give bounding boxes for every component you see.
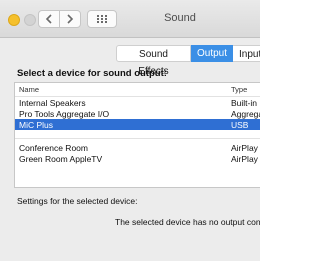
tab-sound-effects[interactable]: Sound Effects	[116, 45, 191, 77]
tab-bar: Sound Effects Output Input	[116, 45, 260, 77]
back-chevron-icon	[45, 14, 52, 24]
output-device-list[interactable]: Name Type Internal Speakers Built-in Pro…	[14, 82, 260, 188]
zoom-button[interactable]	[24, 14, 36, 26]
grid-icon	[97, 15, 107, 23]
list-divider	[15, 130, 260, 139]
titlebar: Sound	[0, 0, 260, 38]
settings-label: Settings for the selected device:	[17, 196, 138, 206]
device-row[interactable]: Green Room AppleTV AirPlay	[15, 153, 260, 164]
device-type: AirPlay	[231, 143, 258, 153]
show-all-button[interactable]	[87, 10, 117, 28]
device-name: Green Room AppleTV	[19, 154, 103, 164]
device-name: Pro Tools Aggregate I/O	[19, 109, 110, 119]
device-row-selected[interactable]: MiC Plus USB	[15, 119, 260, 130]
tab-output[interactable]: Output	[191, 45, 233, 62]
device-row[interactable]: Internal Speakers Built-in	[15, 97, 260, 108]
minimize-button[interactable]	[8, 14, 20, 26]
sound-preferences-window: Sound Sound Effects Output Input Select …	[0, 0, 260, 261]
no-controls-message: The selected device has no output cont	[115, 217, 260, 227]
output-section-label: Select a device for sound output:	[17, 68, 167, 79]
column-header-type[interactable]: Type	[231, 85, 247, 94]
device-name: Conference Room	[19, 143, 88, 153]
device-row[interactable]: Pro Tools Aggregate I/O Aggrega	[15, 108, 260, 119]
device-type: USB	[231, 120, 249, 130]
device-type: Built-in	[231, 98, 257, 108]
device-type: AirPlay	[231, 154, 258, 164]
device-type: Aggrega	[231, 109, 260, 119]
forward-chevron-icon	[67, 14, 74, 24]
tab-input[interactable]: Input	[233, 45, 260, 62]
back-button[interactable]	[38, 10, 60, 28]
device-row[interactable]: Conference Room AirPlay	[15, 142, 260, 153]
device-name: Internal Speakers	[19, 98, 86, 108]
column-header-name[interactable]: Name	[19, 85, 39, 94]
window-title: Sound	[164, 12, 196, 24]
forward-button[interactable]	[59, 10, 81, 28]
list-header: Name Type	[15, 83, 260, 97]
device-name: MiC Plus	[19, 120, 54, 130]
